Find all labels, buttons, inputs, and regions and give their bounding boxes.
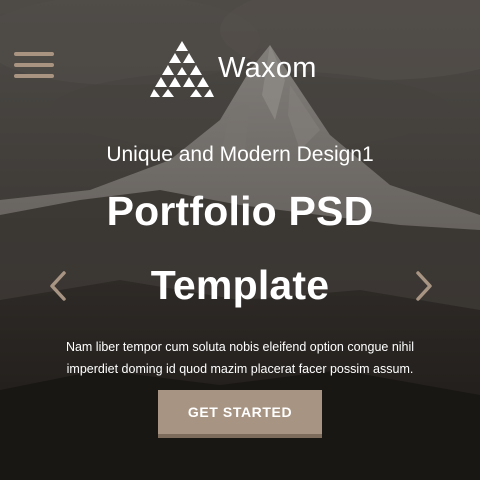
- hero-description: Nam liber tempor cum soluta nobis eleife…: [30, 336, 450, 380]
- brand-logo[interactable]: Waxom: [150, 38, 317, 98]
- slider-prev-button[interactable]: [47, 270, 71, 302]
- hero-title-line-2: Template: [150, 262, 330, 308]
- triangle-mountain-logo-icon: [150, 41, 214, 97]
- hamburger-menu-icon-bar: [14, 63, 54, 67]
- hamburger-menu-icon-bar: [14, 52, 54, 56]
- hero-subtitle: Unique and Modern Design1: [106, 143, 374, 166]
- hero-description-line-2: imperdiet doming id quod mazim placerat …: [66, 362, 414, 376]
- get-started-button[interactable]: GET STARTED: [158, 390, 322, 438]
- chevron-right-icon: [416, 271, 432, 301]
- chevron-left-icon: [50, 271, 66, 301]
- hero-description-line-1: Nam liber tempor cum soluta nobis eleife…: [65, 340, 415, 354]
- hamburger-menu-icon-bar: [14, 74, 54, 78]
- hamburger-menu-button[interactable]: [14, 50, 56, 80]
- slider-next-button[interactable]: [411, 270, 435, 302]
- hero-title-line-1: Portfolio PSD: [106, 188, 374, 234]
- brand-name: Waxom: [218, 51, 317, 84]
